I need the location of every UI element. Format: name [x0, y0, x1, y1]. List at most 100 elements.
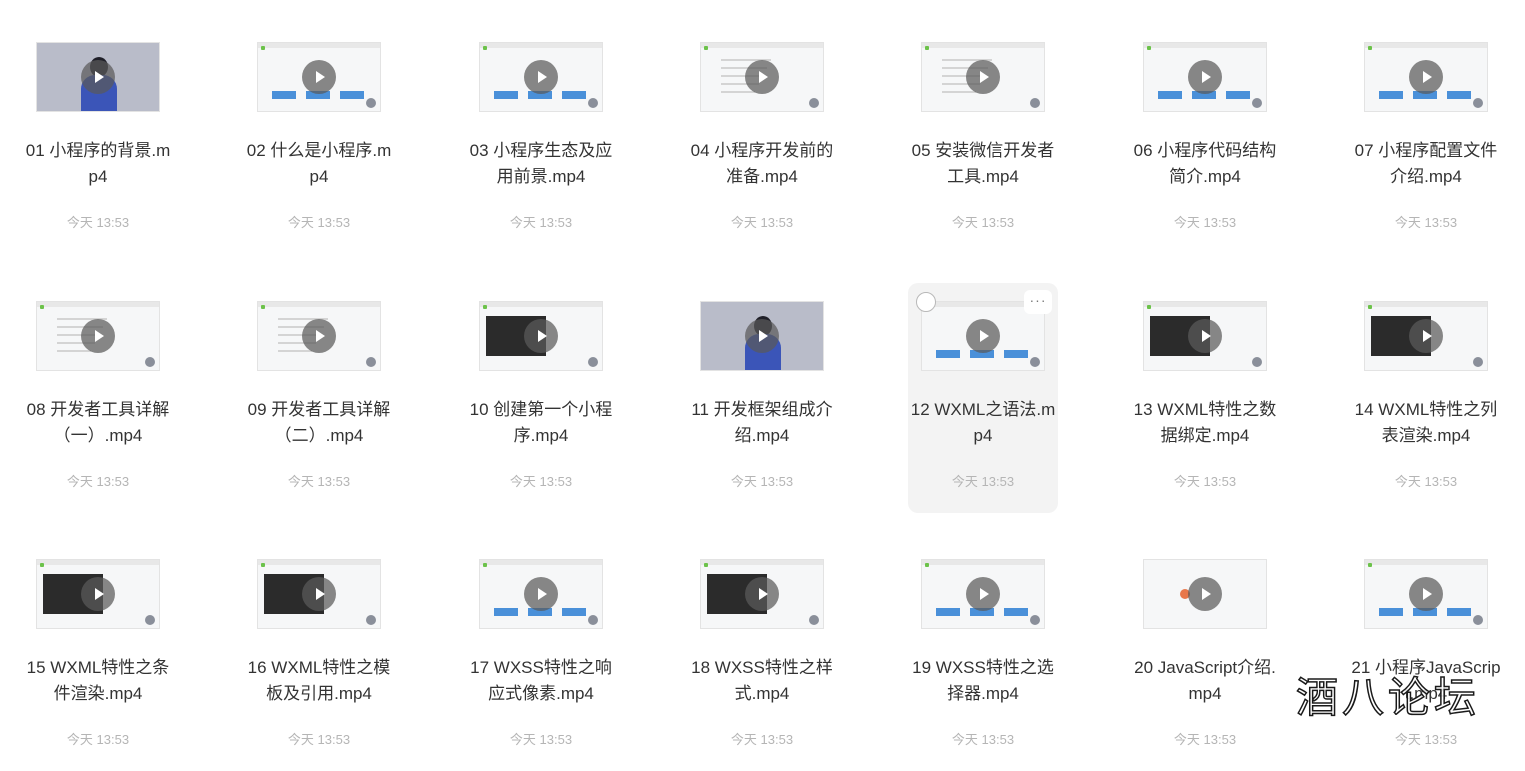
file-date: 今天 13:53 — [951, 732, 1015, 747]
file-name: 03 小程序生态及应用前景.mp4 — [469, 141, 613, 186]
file-date: 今天 13:53 — [509, 215, 573, 230]
file-name: 17 WXSS特性之响应式像素.mp4 — [470, 658, 612, 703]
video-thumbnail[interactable] — [36, 301, 160, 371]
file-tile[interactable]: 15 WXML特性之条件渲染.mp4 今天 13:53 — [23, 541, 173, 771]
video-thumbnail[interactable] — [257, 42, 381, 112]
play-icon[interactable] — [1409, 60, 1443, 94]
play-icon[interactable] — [81, 319, 115, 353]
play-icon[interactable] — [1188, 60, 1222, 94]
file-tile[interactable]: 06 小程序代码结构简介.mp4 今天 13:53 — [1130, 24, 1280, 254]
file-grid: 01 小程序的背景.mp4 今天 13:53 02 什么是小程序.mp4 今天 13:… — [0, 0, 1525, 747]
file-tile[interactable]: 11 开发框架组成介绍.mp4 今天 13:53 — [687, 283, 837, 513]
file-date: 今天 13:53 — [730, 474, 794, 489]
play-icon[interactable] — [302, 319, 336, 353]
file-name: 16 WXML特性之模板及引用.mp4 — [247, 658, 391, 703]
video-thumbnail[interactable] — [257, 559, 381, 629]
file-date: 今天 13:53 — [1394, 215, 1458, 230]
video-thumbnail[interactable] — [1143, 559, 1267, 629]
file-tile[interactable]: 14 WXML特性之列表渲染.mp4 今天 13:53 — [1351, 283, 1501, 513]
file-date: 今天 13:53 — [1173, 215, 1237, 230]
file-date: 今天 13:53 — [1394, 474, 1458, 489]
file-name: 14 WXML特性之列表渲染.mp4 — [1354, 400, 1498, 445]
file-tile[interactable]: 01 小程序的背景.mp4 今天 13:53 — [23, 24, 173, 254]
file-name: 18 WXSS特性之样式.mp4 — [691, 658, 833, 703]
file-date: 今天 13:53 — [66, 732, 130, 747]
file-tile[interactable]: 05 安装微信开发者工具.mp4 今天 13:53 — [908, 24, 1058, 254]
play-icon[interactable] — [302, 577, 336, 611]
file-date: 今天 13:53 — [951, 474, 1015, 489]
file-name: 09 开发者工具详解（二）.mp4 — [247, 400, 391, 445]
file-date: 今天 13:53 — [287, 474, 351, 489]
play-icon[interactable] — [1409, 577, 1443, 611]
video-thumbnail[interactable] — [479, 42, 603, 112]
file-name: 01 小程序的背景.mp4 — [25, 141, 171, 186]
play-icon[interactable] — [81, 60, 115, 94]
play-icon[interactable] — [745, 60, 779, 94]
video-thumbnail[interactable] — [1143, 301, 1267, 371]
play-icon[interactable] — [524, 319, 558, 353]
file-name: 07 小程序配置文件介绍.mp4 — [1354, 141, 1498, 186]
video-thumbnail[interactable] — [700, 301, 824, 371]
file-date: 今天 13:53 — [1394, 732, 1458, 747]
file-name: 06 小程序代码结构简介.mp4 — [1133, 141, 1277, 186]
play-icon[interactable] — [1188, 319, 1222, 353]
video-thumbnail[interactable] — [479, 559, 603, 629]
file-name: 10 创建第一个小程序.mp4 — [469, 400, 613, 445]
file-date: 今天 13:53 — [287, 215, 351, 230]
file-tile[interactable]: 07 小程序配置文件介绍.mp4 今天 13:53 — [1351, 24, 1501, 254]
play-icon[interactable] — [1409, 319, 1443, 353]
file-name: 11 开发框架组成介绍.mp4 — [691, 400, 833, 445]
play-icon[interactable] — [966, 60, 1000, 94]
file-name: 19 WXSS特性之选择器.mp4 — [912, 658, 1054, 703]
play-icon[interactable] — [1188, 577, 1222, 611]
play-icon[interactable] — [745, 577, 779, 611]
file-date: 今天 13:53 — [1173, 474, 1237, 489]
file-name: 04 小程序开发前的准备.mp4 — [690, 141, 834, 186]
file-date: 今天 13:53 — [1173, 732, 1237, 747]
play-icon[interactable] — [524, 60, 558, 94]
file-tile[interactable]: 18 WXSS特性之样式.mp4 今天 13:53 — [687, 541, 837, 771]
file-tile[interactable]: 10 创建第一个小程序.mp4 今天 13:53 — [466, 283, 616, 513]
file-tile[interactable]: 09 开发者工具详解（二）.mp4 今天 13:53 — [244, 283, 394, 513]
file-tile[interactable]: 02 什么是小程序.mp4 今天 13:53 — [244, 24, 394, 254]
file-date: 今天 13:53 — [509, 732, 573, 747]
file-tile[interactable]: 08 开发者工具详解（一）.mp4 今天 13:53 — [23, 283, 173, 513]
video-thumbnail[interactable] — [479, 301, 603, 371]
file-tile[interactable]: 12 WXML之语法.mp4 今天 13:53 ··· — [908, 283, 1058, 513]
file-tile[interactable]: 21 小程序JavaScript.mp4 今天 13:53 — [1351, 541, 1501, 771]
play-icon[interactable] — [966, 577, 1000, 611]
video-thumbnail[interactable] — [36, 559, 160, 629]
play-icon[interactable] — [524, 577, 558, 611]
video-thumbnail[interactable] — [700, 559, 824, 629]
file-date: 今天 13:53 — [287, 732, 351, 747]
file-tile[interactable]: 17 WXSS特性之响应式像素.mp4 今天 13:53 — [466, 541, 616, 771]
play-icon[interactable] — [81, 577, 115, 611]
file-tile[interactable]: 16 WXML特性之模板及引用.mp4 今天 13:53 — [244, 541, 394, 771]
video-thumbnail[interactable] — [1364, 42, 1488, 112]
file-tile[interactable]: 04 小程序开发前的准备.mp4 今天 13:53 — [687, 24, 837, 254]
file-name: 20 JavaScript介绍.mp4 — [1134, 658, 1276, 703]
video-thumbnail[interactable] — [36, 42, 160, 112]
file-tile[interactable]: 13 WXML特性之数据绑定.mp4 今天 13:53 — [1130, 283, 1280, 513]
video-thumbnail[interactable] — [700, 42, 824, 112]
file-tile[interactable]: 03 小程序生态及应用前景.mp4 今天 13:53 — [466, 24, 616, 254]
file-date: 今天 13:53 — [730, 215, 794, 230]
video-thumbnail[interactable] — [1364, 301, 1488, 371]
file-date: 今天 13:53 — [730, 732, 794, 747]
more-options-button[interactable]: ··· — [1024, 290, 1052, 314]
watermark-text: 酒八论坛 — [1295, 672, 1481, 723]
select-checkbox[interactable] — [916, 292, 936, 312]
file-name: 12 WXML之语法.mp4 — [910, 400, 1056, 445]
file-tile[interactable]: 20 JavaScript介绍.mp4 今天 13:53 — [1130, 541, 1280, 771]
play-icon[interactable] — [302, 60, 336, 94]
play-icon[interactable] — [745, 319, 779, 353]
video-thumbnail[interactable] — [921, 559, 1045, 629]
file-name: 02 什么是小程序.mp4 — [246, 141, 392, 186]
play-icon[interactable] — [966, 319, 1000, 353]
file-date: 今天 13:53 — [66, 215, 130, 230]
file-tile[interactable]: 19 WXSS特性之选择器.mp4 今天 13:53 — [908, 541, 1058, 771]
video-thumbnail[interactable] — [257, 301, 381, 371]
video-thumbnail[interactable] — [921, 42, 1045, 112]
video-thumbnail[interactable] — [1143, 42, 1267, 112]
video-thumbnail[interactable] — [1364, 559, 1488, 629]
